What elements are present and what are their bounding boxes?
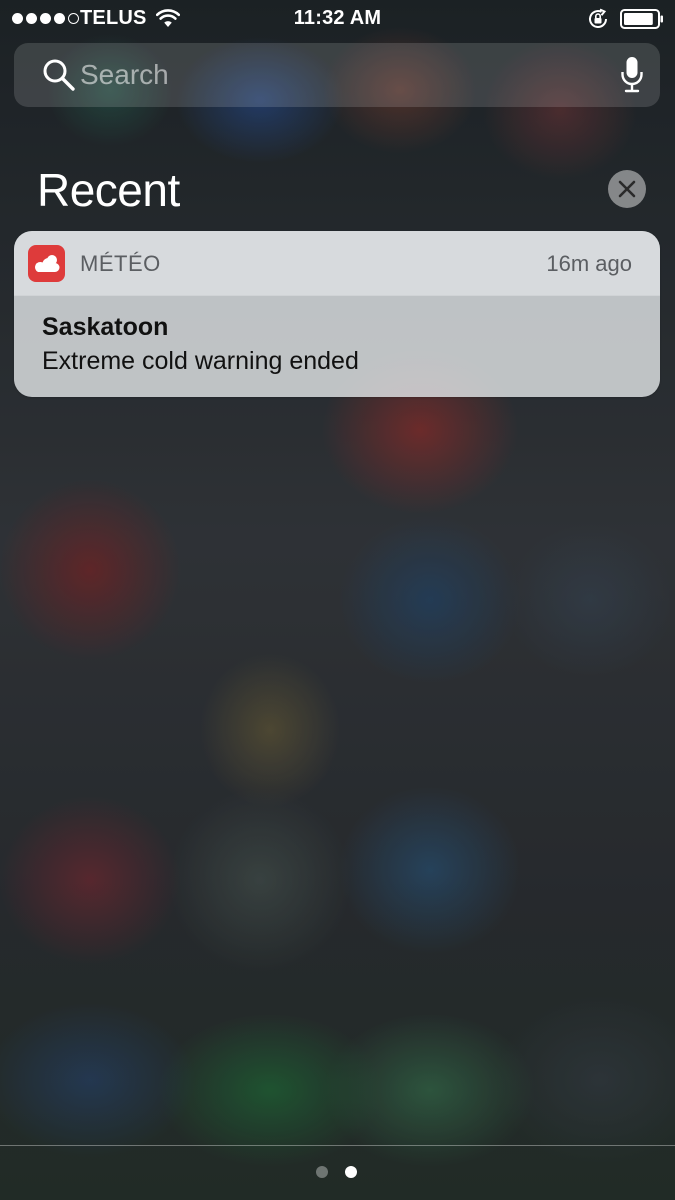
microphone-icon[interactable] (620, 55, 644, 95)
dock-divider (0, 1145, 675, 1146)
search-input[interactable] (80, 53, 580, 97)
page-dot-current[interactable] (345, 1166, 357, 1178)
page-dot[interactable] (316, 1166, 328, 1178)
clear-notifications-button[interactable] (608, 170, 646, 208)
notification-title: Saskatoon (42, 313, 169, 341)
rotation-lock-icon (589, 8, 607, 28)
status-bar: TELUS 11:32 AM (0, 0, 675, 38)
notification-time: 16m ago (546, 251, 632, 276)
close-icon (618, 180, 636, 198)
battery-icon (620, 9, 663, 29)
recent-heading: Recent (37, 164, 180, 216)
notification-body: Extreme cold warning ended (42, 347, 359, 375)
notification-app-name: MÉTÉO (80, 251, 161, 276)
weather-cloud-icon (28, 245, 65, 282)
status-time: 11:32 AM (293, 7, 382, 29)
search-icon (43, 59, 75, 91)
notification-card[interactable]: MÉTÉO 16m ago Saskatoon Extreme cold war… (14, 231, 660, 397)
search-bar[interactable] (14, 43, 660, 107)
notification-header: MÉTÉO 16m ago (14, 231, 660, 296)
page-indicator[interactable] (316, 1166, 357, 1178)
